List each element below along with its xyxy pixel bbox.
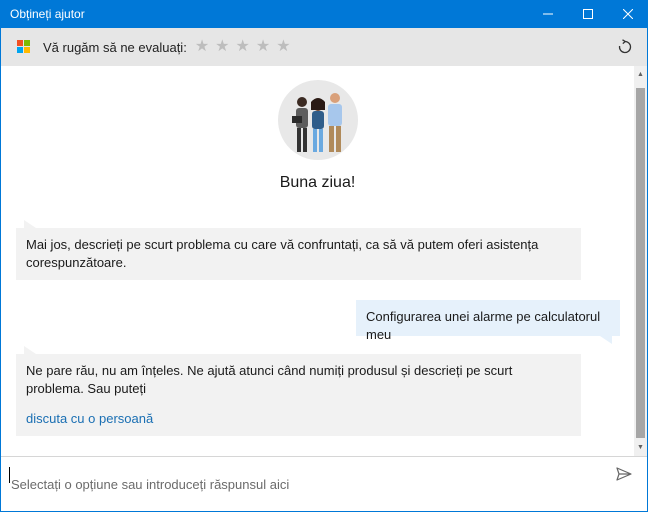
maximize-button[interactable] xyxy=(568,0,608,28)
title-bar: Obțineți ajutor xyxy=(0,0,648,28)
star-icon[interactable]: ★ xyxy=(276,39,290,55)
rating-bar: Vă rugăm să ne evaluați: ★ ★ ★ ★ ★ xyxy=(1,28,647,66)
star-icon[interactable]: ★ xyxy=(256,39,270,55)
microsoft-logo-icon xyxy=(17,40,31,54)
bot-message-text: Mai jos, descrieți pe scurt problema cu … xyxy=(26,237,539,270)
star-icon[interactable]: ★ xyxy=(195,39,209,55)
scroll-thumb[interactable] xyxy=(636,88,645,438)
bot-message: Mai jos, descrieți pe scurt problema cu … xyxy=(16,220,581,280)
star-icon[interactable]: ★ xyxy=(236,39,250,55)
user-message: Configurarea unei alarme pe calculatorul… xyxy=(356,300,620,344)
text-caret xyxy=(9,467,10,483)
chat-area: Buna ziua! Mai jos, descrieți pe scurt p… xyxy=(1,66,634,456)
bot-message: Ne pare rău, nu am înțeles. Ne ajută atu… xyxy=(16,346,581,436)
support-people-illustration xyxy=(278,80,358,160)
scroll-up-arrow-icon[interactable]: ▲ xyxy=(634,66,647,83)
scroll-down-arrow-icon[interactable]: ▼ xyxy=(634,439,647,456)
star-icon[interactable]: ★ xyxy=(215,39,229,55)
user-message-text: Configurarea unei alarme pe calculatorul… xyxy=(366,309,601,342)
reply-input[interactable] xyxy=(11,476,601,492)
minimize-icon xyxy=(543,13,553,15)
bot-message-text: Ne pare rău, nu am înțeles. Ne ajută atu… xyxy=(26,363,513,396)
close-button[interactable] xyxy=(608,0,648,28)
talk-to-person-link[interactable]: discuta cu o persoană xyxy=(26,410,571,428)
close-icon xyxy=(623,9,633,19)
send-icon[interactable] xyxy=(615,465,633,483)
greeting-text: Buna ziua! xyxy=(279,174,356,191)
reply-bar xyxy=(1,456,647,511)
maximize-icon xyxy=(583,9,593,19)
minimize-button[interactable] xyxy=(528,0,568,28)
window-title: Obțineți ajutor xyxy=(10,7,85,21)
refresh-icon[interactable] xyxy=(617,39,633,55)
rating-label: Vă rugăm să ne evaluați: xyxy=(43,39,187,55)
rating-stars: ★ ★ ★ ★ ★ xyxy=(195,39,297,55)
chat-scrollbar[interactable]: ▲ ▼ xyxy=(634,66,647,456)
